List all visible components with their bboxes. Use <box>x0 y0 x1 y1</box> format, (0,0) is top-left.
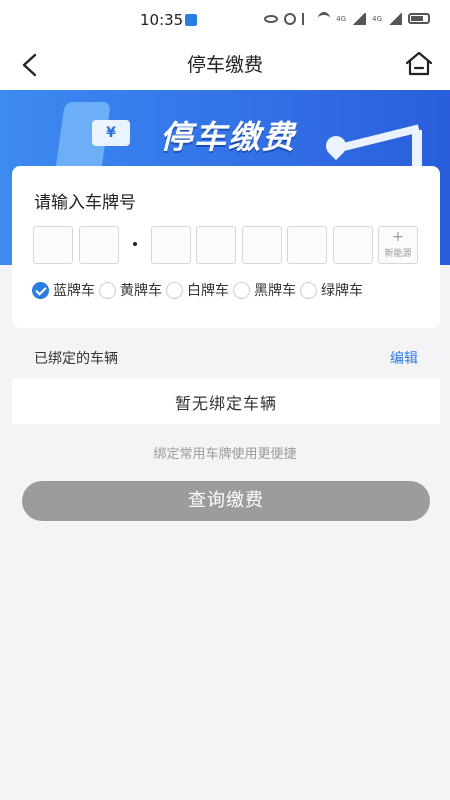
hint-text: 绑定常用车牌使用更便捷 <box>153 447 297 462</box>
bound-vehicles-list: 暂无绑定车辆 <box>12 378 440 424</box>
plate-type-label: 白牌车 <box>187 283 229 299</box>
plate-input-label: 请输入车牌号 <box>34 193 136 213</box>
new-energy-label: 新能源 <box>384 249 412 259</box>
network-type-2: 4G <box>372 14 382 23</box>
signal-icon <box>352 12 367 25</box>
plate-type-label: 黄牌车 <box>120 283 162 299</box>
new-energy-button[interactable]: + 新能源 <box>378 226 418 264</box>
plate-type-label: 蓝牌车 <box>53 283 95 299</box>
plate-char-5[interactable] <box>242 226 282 264</box>
eye-icon <box>264 14 279 23</box>
status-time: 10:35 <box>140 11 184 29</box>
bluetooth-icon <box>302 12 312 25</box>
plate-type-label: 黑牌车 <box>254 283 296 299</box>
plate-separator-dot <box>133 242 137 246</box>
battery-icon <box>408 13 430 24</box>
plate-type-selector: 蓝牌车 黄牌车 白牌车 黑牌车 绿牌车 <box>32 280 367 300</box>
gate-post-illustration <box>412 130 422 170</box>
app-notification-icon <box>185 14 197 26</box>
parking-gate-illustration <box>340 124 420 152</box>
nav-bar: 停车缴费 <box>0 40 450 90</box>
status-icons: 4G 4G <box>264 12 430 25</box>
payment-card-illustration: ¥ <box>92 120 130 146</box>
plus-icon: + <box>392 229 404 245</box>
status-bar: 10:35 4G 4G <box>0 0 450 40</box>
radio-icon <box>300 281 317 299</box>
wifi-icon <box>318 12 331 25</box>
plate-type-label: 绿牌车 <box>321 283 363 299</box>
plate-input-card: 请输入车牌号 + 新能源 蓝牌车 黄牌车 白牌车 黑牌车 绿牌车 <box>12 166 440 328</box>
network-type-1: 4G <box>336 14 347 23</box>
bound-vehicles-label: 已绑定的车辆 <box>34 351 118 367</box>
plate-char-7[interactable] <box>333 226 373 264</box>
plate-char-6[interactable] <box>287 226 327 264</box>
plate-type-yellow[interactable]: 黄牌车 <box>99 280 162 300</box>
plate-type-green[interactable]: 绿牌车 <box>300 280 363 300</box>
signal-icon-2 <box>388 12 402 25</box>
page-title: 停车缴费 <box>186 54 263 76</box>
radio-icon <box>166 281 183 299</box>
plate-type-black[interactable]: 黑牌车 <box>233 280 296 300</box>
alarm-icon <box>284 12 297 25</box>
plate-type-blue[interactable]: 蓝牌车 <box>32 280 95 300</box>
query-payment-button[interactable]: 查询缴费 <box>22 481 430 521</box>
radio-icon <box>99 281 116 299</box>
plate-char-4[interactable] <box>196 226 236 264</box>
home-icon <box>405 51 433 76</box>
plate-char-1[interactable] <box>33 226 73 264</box>
home-button[interactable] <box>404 49 434 79</box>
radio-checked-icon <box>32 281 49 299</box>
radio-icon <box>233 281 250 299</box>
plate-char-3[interactable] <box>151 226 191 264</box>
plate-type-white[interactable]: 白牌车 <box>166 280 229 300</box>
plate-char-2[interactable] <box>79 226 119 264</box>
empty-state-text: 暂无绑定车辆 <box>174 394 277 413</box>
edit-button[interactable]: 编辑 <box>390 348 418 368</box>
banner-title: 停车缴费 <box>160 118 297 156</box>
